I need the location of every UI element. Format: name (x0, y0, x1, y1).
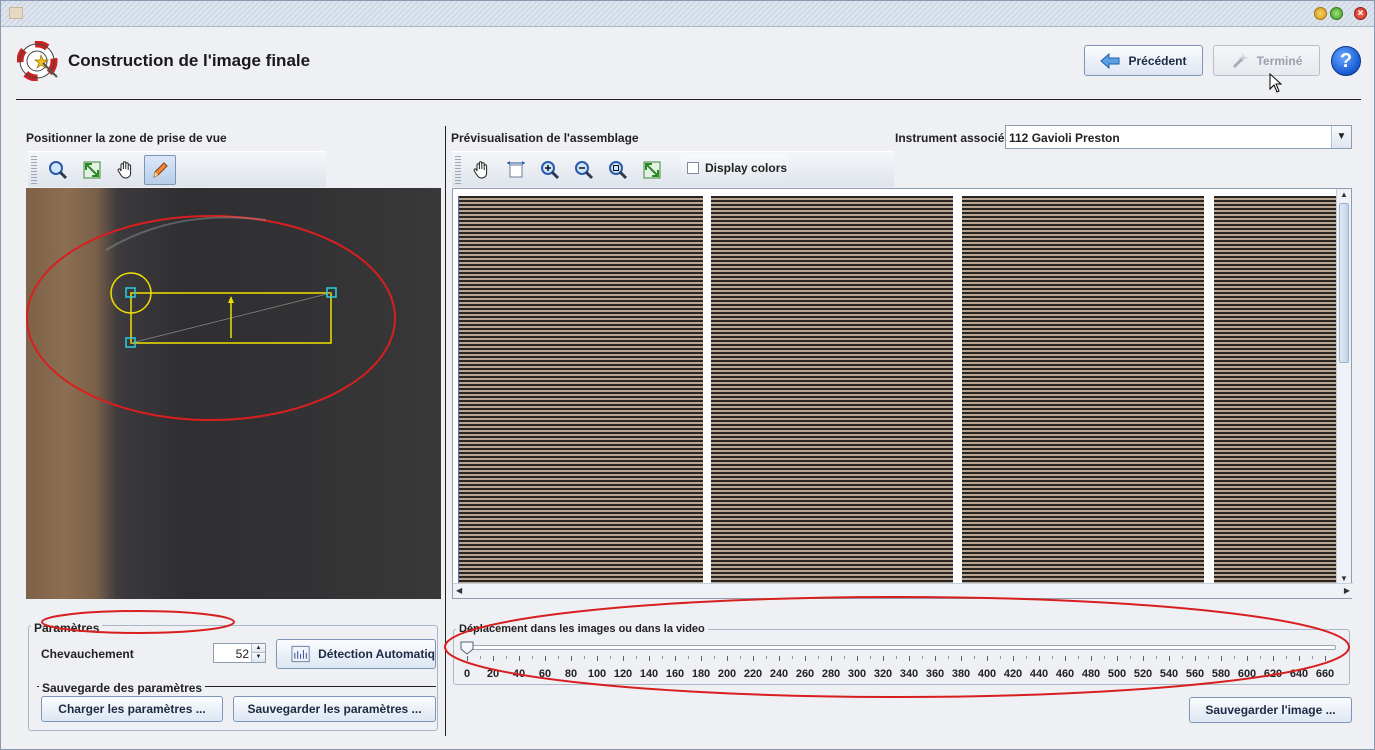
app-icon (9, 7, 23, 19)
instrument-select[interactable]: 112 Gavioli Preston ▼ (1005, 125, 1352, 149)
overlap-value[interactable]: 52 (236, 647, 249, 661)
display-colors-checkbox[interactable]: Display colors (681, 154, 789, 182)
checkbox-box[interactable] (687, 162, 699, 174)
pan-button[interactable] (466, 155, 498, 185)
annotation-ellipse (26, 215, 396, 421)
assembly-preview[interactable]: ▲ ▼ ◀ ▶ (452, 188, 1353, 599)
right-toolbar (452, 151, 894, 187)
application-window: × Construction de l'image finale Précéde… (0, 0, 1375, 750)
display-colors-label: Display colors (705, 161, 788, 175)
finish-button-label: Terminé (1256, 53, 1303, 68)
fit-width-icon (507, 160, 525, 177)
title-bar[interactable]: × (1, 1, 1374, 27)
image-strip (962, 196, 1204, 583)
fit-button[interactable] (636, 155, 668, 185)
capture-zone-overlay[interactable] (26, 188, 441, 599)
magic-wand-icon (1232, 52, 1248, 68)
magnifier-icon (609, 160, 628, 179)
right-panel-title: Prévisualisation de l'assemblage (451, 131, 639, 145)
fit-button[interactable] (76, 155, 108, 185)
zoom-in-button[interactable] (534, 155, 566, 185)
maximize-icon[interactable] (1330, 7, 1343, 20)
expand-arrows-icon (83, 161, 101, 178)
overlap-spinner[interactable]: 52 ▲ ▼ (213, 643, 266, 663)
spinner-up-icon[interactable]: ▲ (251, 644, 265, 653)
auto-detect-button-label: Détection Automatiq (318, 647, 435, 661)
load-params-button[interactable]: Charger les paramètres ... (41, 696, 223, 722)
close-icon[interactable]: × (1354, 7, 1367, 20)
arrow-left-icon (1100, 52, 1120, 69)
save-params-title: Sauvegarde des paramètres (39, 681, 206, 695)
waveform-icon (291, 645, 310, 663)
toolbar-grip[interactable] (31, 156, 37, 184)
vertical-scrollbar[interactable]: ▲ ▼ (1336, 189, 1351, 584)
fit-width-button[interactable] (500, 155, 532, 185)
chevron-down-icon[interactable]: ▼ (1331, 126, 1351, 148)
spinner-down-icon[interactable]: ▼ (251, 653, 265, 662)
save-image-button[interactable]: Sauvegarder l'image ... (1189, 697, 1352, 723)
previous-button[interactable]: Précédent (1084, 45, 1203, 76)
left-toolbar (28, 151, 326, 187)
previous-button-label: Précédent (1128, 53, 1187, 68)
pan-button[interactable] (110, 155, 142, 185)
minimize-icon[interactable] (1314, 7, 1327, 20)
left-panel-title: Positionner la zone de prise de vue (26, 131, 227, 145)
finish-button[interactable]: Terminé (1213, 45, 1320, 76)
hand-icon (473, 160, 488, 179)
zoom-in-icon (541, 160, 560, 179)
page-title: Construction de l'image finale (68, 51, 311, 70)
image-strip (1214, 196, 1336, 583)
lifebuoy-wizard-icon (17, 41, 58, 81)
pencil-icon (153, 161, 168, 178)
scroll-thumb[interactable] (1339, 203, 1349, 363)
zoom-out-icon (575, 160, 594, 179)
zoom-out-button[interactable] (568, 155, 600, 185)
zoom-button[interactable] (602, 155, 634, 185)
magnifier-icon (49, 160, 68, 179)
auto-detect-button[interactable]: Détection Automatiq (276, 639, 436, 669)
preview-canvas[interactable] (458, 196, 1336, 583)
instrument-label: Instrument associé (895, 131, 1005, 145)
help-button[interactable]: ? (1331, 46, 1361, 76)
zoom-button[interactable] (42, 155, 74, 185)
camera-view-canvas[interactable] (26, 188, 441, 599)
draw-button[interactable] (144, 154, 176, 185)
header-separator (16, 99, 1361, 100)
instrument-value: 112 Gavioli Preston (1009, 131, 1120, 145)
scroll-up-icon[interactable]: ▲ (1340, 190, 1348, 199)
toolbar-grip[interactable] (455, 156, 461, 184)
image-strip (711, 196, 953, 583)
image-strip (459, 196, 703, 583)
hand-icon (117, 160, 132, 179)
annotation-ellipse (444, 596, 1350, 698)
annotation-ellipse (41, 610, 235, 634)
save-params-button[interactable]: Sauvegarder les paramètres ... (233, 696, 436, 722)
scroll-down-icon[interactable]: ▼ (1340, 574, 1348, 583)
expand-arrows-icon (643, 161, 661, 178)
mouse-cursor-icon (1269, 73, 1283, 93)
overlap-label: Chevauchement (41, 647, 134, 661)
